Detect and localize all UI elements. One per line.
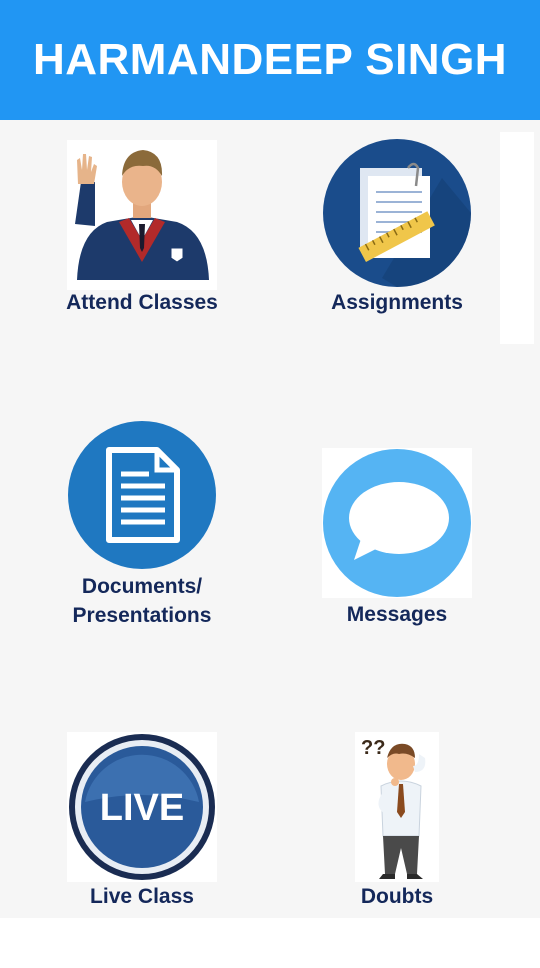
live-badge-icon: LIVE [67,732,217,882]
tile-documents-presentations[interactable]: Documents/ Presentations [17,420,267,630]
tile-label-line1: Documents/ [81,575,203,598]
live-badge-text: LIVE [100,787,184,829]
document-icon [67,420,217,570]
tile-live-class[interactable]: LIVE Live Class [17,730,267,914]
confused-man-icon: ?? [355,732,439,882]
student-raising-hand-icon [67,140,217,290]
app-header: HARMANDEEP SINGH [0,0,540,120]
tile-label-line2: Presentations [72,604,212,627]
question-marks: ?? [361,737,385,759]
assignment-papers-ruler-icon [322,138,472,288]
chat-bubble-icon [322,448,472,598]
tile-label: Doubts [360,885,434,908]
student-name-title: HARMANDEEP SINGH [32,35,508,84]
tile-messages[interactable]: Messages [272,448,522,630]
tile-doubts[interactable]: ?? Doubts [272,730,522,914]
tile-attend-classes[interactable]: Attend Classes [17,138,267,323]
tile-label: Attend Classes [66,291,218,314]
tile-label: Assignments [331,291,463,314]
tile-assignments[interactable]: Assignments [272,138,522,323]
tile-label: Live Class [90,885,194,908]
tile-label: Messages [346,603,448,626]
